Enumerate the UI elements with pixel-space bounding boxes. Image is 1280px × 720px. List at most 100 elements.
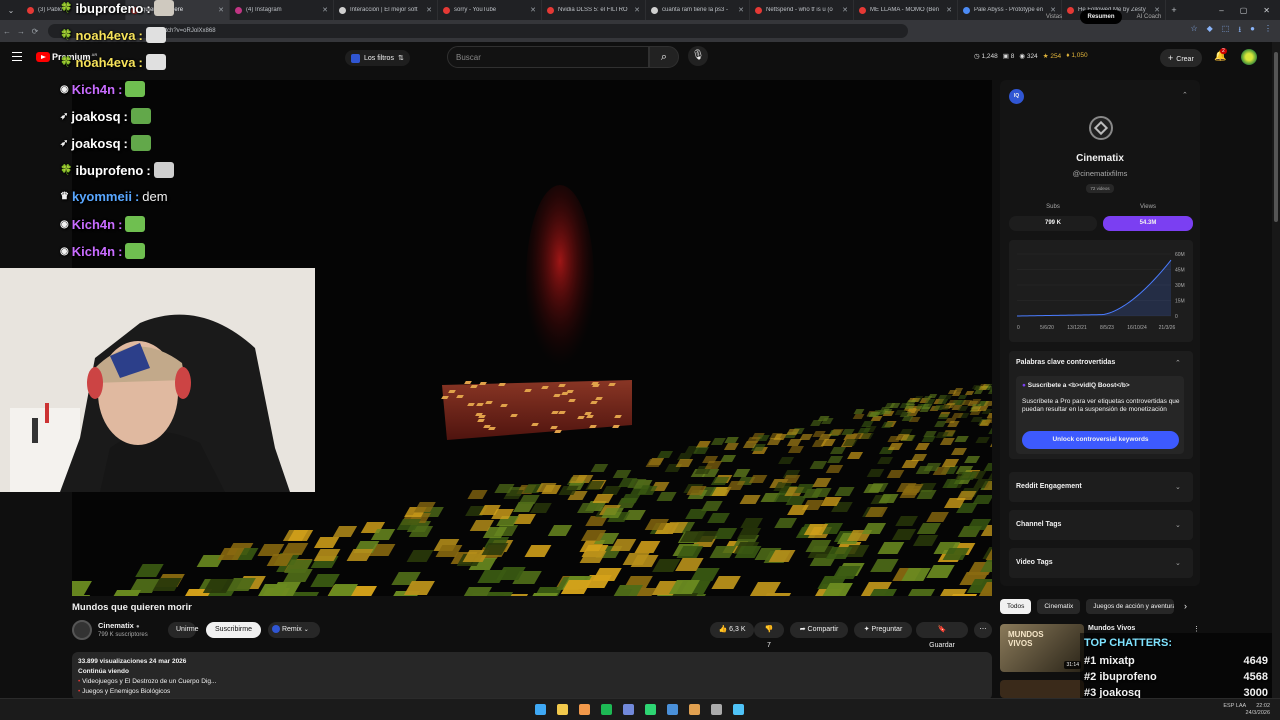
chat-emote-icon (130, 108, 151, 124)
chat-message: ◉ Kich4n: (60, 81, 146, 97)
video-tags-chevron-icon[interactable]: ⌄ (1175, 559, 1181, 567)
collapse-chevron-icon[interactable]: ⌃ (1182, 91, 1188, 99)
scene-tile (553, 429, 562, 433)
browser-tab[interactable]: (4) Instagram ✕ (230, 0, 334, 20)
youtube-logo-icon[interactable] (36, 52, 50, 62)
tab-search-icon[interactable]: ⌄ (0, 6, 22, 15)
more-actions-button[interactable]: ⋯ (974, 622, 992, 638)
star-icon[interactable]: ☆ (1190, 24, 1197, 38)
obs-icon[interactable] (645, 704, 656, 715)
chrome-icon[interactable] (579, 704, 590, 715)
tab-close-icon[interactable]: ✕ (738, 6, 744, 14)
reddit-chevron-icon[interactable]: ⌄ (1175, 483, 1181, 491)
channel-name[interactable]: Cinematix ● (98, 621, 140, 630)
vidiq-handle: @cinematixfilms (1072, 169, 1128, 178)
thumbs-down-icon: 👎 (764, 626, 774, 633)
tab-close-icon[interactable]: ✕ (218, 6, 224, 14)
steam-icon[interactable] (667, 704, 678, 715)
puzzle-icon[interactable]: ⬚ (1222, 24, 1230, 38)
tab-close-icon[interactable]: ✕ (946, 6, 952, 14)
tab-resumen[interactable]: Resumen (1080, 10, 1122, 24)
continue-item-2[interactable]: • Juegos y Enemigos Biológicos (78, 688, 986, 695)
save-button[interactable]: 🔖 Guardar (916, 622, 968, 649)
tab-close-icon[interactable]: ✕ (426, 6, 432, 14)
browser-tab[interactable]: ME LLAMA - MOMO (Ben ✕ (854, 0, 958, 20)
tab-close-icon[interactable]: ✕ (322, 6, 328, 14)
dislike-button[interactable]: 👎 7 (754, 622, 784, 649)
unlock-keywords-button[interactable]: Unlock controversial keywords (1022, 431, 1179, 449)
create-button[interactable]: + Crear (1160, 49, 1202, 67)
tab-ai-coach[interactable]: AI Coach (1128, 10, 1170, 24)
browser-tab[interactable]: Nvidia DLSS 5: el FILTRO ✕ (542, 0, 646, 20)
browser-tab[interactable]: cuanta ram tiene la ps3 - ✕ (646, 0, 750, 20)
page-scrollbar[interactable] (1272, 42, 1280, 698)
vidiq-stat: ★ 254 (1042, 53, 1062, 60)
menu-hamburger-icon[interactable] (12, 52, 22, 61)
continue-item-1[interactable]: • Videojuegos y El Destrozo de un Cuerpo… (78, 678, 986, 685)
subs-value[interactable]: 799 K (1009, 216, 1097, 231)
channel-tags-chevron-icon[interactable]: ⌄ (1175, 521, 1181, 529)
system-clock[interactable]: ESP LAA 22:02 24/3/2026 (1223, 703, 1270, 717)
windows-icon[interactable] (535, 704, 546, 715)
recommendation-thumbnail[interactable]: MUNDOS VIVOS 31:14 (1000, 624, 1084, 672)
channel-avatar[interactable] (72, 620, 92, 640)
chip-todos[interactable]: Todos (1000, 599, 1032, 614)
back-icon[interactable]: ← (0, 27, 14, 36)
browser-tab[interactable]: Nettspend - who tf is u (o ✕ (750, 0, 854, 20)
tab-close-icon[interactable]: ✕ (530, 6, 536, 14)
minimize-icon[interactable]: – (1219, 6, 1223, 15)
spotify-icon[interactable] (601, 704, 612, 715)
tab-vistas[interactable]: Vistas (1036, 10, 1072, 24)
views-value[interactable]: 54.3M (1103, 216, 1193, 231)
filters-button[interactable]: Los filtros ⇅ (345, 50, 410, 66)
close-icon[interactable]: ✕ (1263, 6, 1270, 15)
reload-icon[interactable]: ⟳ (28, 27, 42, 36)
tab-title: Pale Abyss - Prototype en (974, 7, 1044, 13)
download-icon[interactable]: ⭳ (1238, 24, 1241, 38)
extension-icon[interactable]: ◆ (1207, 24, 1213, 38)
join-button[interactable]: Unirme (168, 622, 199, 638)
settings-icon[interactable] (711, 704, 722, 715)
account-avatar[interactable] (1241, 49, 1257, 65)
notifications-bell-icon[interactable]: 🔔 2 (1214, 48, 1227, 62)
tab-close-icon[interactable]: ✕ (634, 6, 640, 14)
chat-message: 🍀 ibuprofeno: (60, 162, 174, 178)
chip-action-adventure[interactable]: Juegos de acción y aventura (1086, 599, 1175, 614)
subscribe-button[interactable]: Suscribirme (206, 622, 261, 638)
chat-badge-icon: ➶ (60, 137, 69, 149)
remix-button[interactable]: Remix ⌄ (268, 622, 320, 638)
microphone-icon[interactable]: 🎙 (688, 46, 708, 66)
chat-message: ➶ joakosq: (60, 108, 151, 124)
address-bar[interactable]: /watch?v=oRJolXx868 (48, 24, 908, 38)
lang-indicator: ESP LAA (1223, 703, 1247, 709)
recommendation-title[interactable]: Mundos Vivos (1088, 625, 1135, 632)
scene-tile (464, 380, 472, 384)
controversial-chevron-icon[interactable]: ⌃ (1175, 359, 1181, 367)
store-icon[interactable] (733, 704, 744, 715)
scrollbar-thumb[interactable] (1274, 52, 1278, 222)
chat-emote-icon (125, 216, 146, 232)
search-icon[interactable]: ⌕ (649, 46, 679, 68)
tab-close-icon[interactable]: ✕ (842, 6, 848, 14)
chat-text: dem (142, 189, 168, 204)
chat-message: 🍀 noah4eva: (60, 54, 166, 70)
browser-tab[interactable]: Interacción | El mejor soft ✕ (334, 0, 438, 20)
app-icon[interactable] (689, 704, 700, 715)
recommendation-thumbnail-2[interactable] (1000, 680, 1084, 698)
chips-next-icon[interactable]: › (1184, 601, 1187, 611)
profile-icon[interactable]: ● (1250, 24, 1255, 38)
search-input[interactable]: Buscar (447, 46, 649, 68)
maximize-icon[interactable]: ▢ (1240, 6, 1248, 15)
ask-button[interactable]: ✦ Preguntar (854, 622, 912, 638)
share-button[interactable]: ➦ Compartir (790, 622, 848, 638)
browser-tab[interactable]: sorry - YouTube ✕ (438, 0, 542, 20)
menu-icon[interactable]: ⋮ (1264, 24, 1272, 38)
chip-cinematix[interactable]: Cinematix (1037, 599, 1081, 614)
recommendation-more-icon[interactable]: ⋮ (1193, 625, 1200, 633)
like-button[interactable]: 👍 6,3 K (710, 622, 754, 638)
discord-icon[interactable] (623, 704, 634, 715)
chat-username: Kich4n (71, 243, 116, 259)
description-box[interactable]: 33.899 visualizaciones 24 mar 2026 Conti… (72, 652, 992, 700)
forward-icon[interactable]: → (14, 27, 28, 36)
explorer-icon[interactable] (557, 704, 568, 715)
